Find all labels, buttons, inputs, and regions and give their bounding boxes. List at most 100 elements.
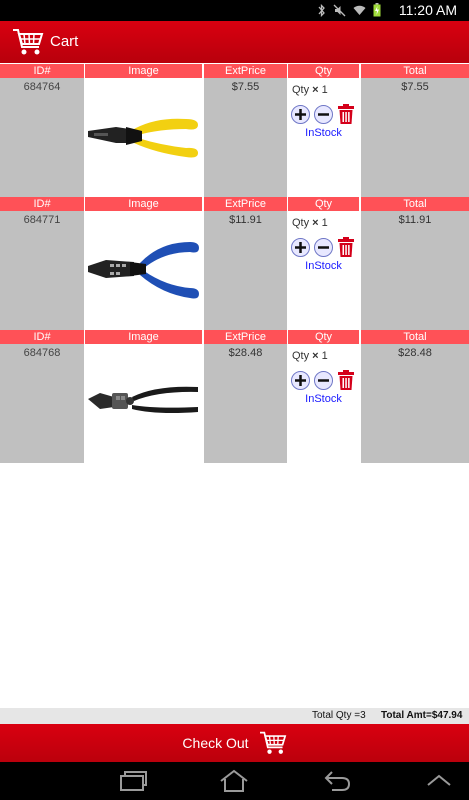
ext-price-cell: ExtPrice $11.91 bbox=[204, 197, 287, 330]
chevron-up-icon[interactable] bbox=[425, 768, 453, 794]
total-cell: Total $28.48 bbox=[361, 330, 469, 463]
plus-icon bbox=[295, 374, 306, 386]
decrease-qty-button[interactable] bbox=[314, 104, 333, 124]
minus-icon bbox=[318, 378, 329, 382]
ext-price-cell: ExtPrice $7.55 bbox=[204, 64, 287, 197]
ext-price-header: ExtPrice bbox=[204, 197, 287, 211]
qty-controls bbox=[291, 104, 355, 124]
image-header: Image bbox=[85, 64, 202, 78]
item-id: 684764 bbox=[23, 81, 61, 93]
times-sign: × bbox=[312, 217, 319, 229]
total-header: Total bbox=[361, 197, 469, 211]
qty-value: 1 bbox=[321, 217, 328, 229]
increase-qty-button[interactable] bbox=[291, 104, 310, 124]
mute-icon bbox=[333, 4, 346, 16]
product-image-yellow-wire-stripper[interactable] bbox=[85, 78, 202, 197]
delete-trash-icon[interactable] bbox=[337, 237, 355, 257]
ext-price-header: ExtPrice bbox=[204, 64, 287, 78]
qty-line: Qty × 1 bbox=[292, 84, 328, 96]
image-cell: Image bbox=[85, 330, 202, 463]
battery-icon bbox=[373, 3, 381, 17]
ext-price: $7.55 bbox=[231, 81, 260, 93]
qty-cell: Qty Qty × 1 InStock bbox=[288, 64, 359, 197]
total-header: Total bbox=[361, 330, 469, 344]
total-cell: Total $11.91 bbox=[361, 197, 469, 330]
id-header: ID# bbox=[0, 197, 84, 211]
item-id: 684768 bbox=[23, 347, 61, 359]
bluetooth-icon bbox=[318, 3, 325, 17]
minus-icon bbox=[318, 112, 329, 116]
qty-value: 1 bbox=[321, 350, 328, 362]
qty-controls bbox=[291, 370, 355, 390]
delete-trash-icon[interactable] bbox=[337, 104, 355, 124]
image-header: Image bbox=[85, 330, 202, 344]
status-time: 11:20 AM bbox=[398, 2, 457, 18]
decrease-qty-button[interactable] bbox=[314, 237, 333, 257]
qty-value: 1 bbox=[321, 84, 328, 96]
total-cell: Total $7.55 bbox=[361, 64, 469, 197]
line-total: $7.55 bbox=[401, 81, 429, 93]
home-icon[interactable] bbox=[218, 768, 250, 794]
plus-icon bbox=[295, 108, 306, 120]
recent-apps-icon[interactable] bbox=[118, 768, 148, 794]
id-header: ID# bbox=[0, 330, 84, 344]
line-total: $28.48 bbox=[398, 347, 432, 359]
decrease-qty-button[interactable] bbox=[314, 370, 333, 390]
qty-line: Qty × 1 bbox=[292, 350, 328, 362]
id-cell: ID# 684768 bbox=[0, 330, 84, 463]
qty-label: Qty bbox=[292, 84, 310, 96]
id-cell: ID# 684771 bbox=[0, 197, 84, 330]
status-bar: 11:20 AM bbox=[0, 0, 469, 21]
cart-item-row: ID# 684768 Image ExtPrice $28.48 Qty Qty… bbox=[0, 330, 469, 463]
image-cell: Image bbox=[85, 64, 202, 197]
checkout-label: Check Out bbox=[182, 735, 249, 751]
qty-header: Qty bbox=[288, 330, 359, 344]
cart-icon[interactable] bbox=[12, 27, 44, 57]
plus-icon bbox=[295, 241, 306, 253]
qty-line: Qty × 1 bbox=[292, 217, 328, 229]
wifi-icon bbox=[353, 5, 366, 15]
cart-table: ID# 684764 Image ExtPrice $7.55 Qty Qty … bbox=[0, 64, 469, 463]
back-icon[interactable] bbox=[322, 768, 352, 794]
cart-icon bbox=[259, 731, 286, 754]
product-image-black-crimper[interactable] bbox=[85, 344, 202, 463]
qty-cell: Qty Qty × 1 InStock bbox=[288, 197, 359, 330]
qty-header: Qty bbox=[288, 197, 359, 211]
ext-price-cell: ExtPrice $28.48 bbox=[204, 330, 287, 463]
qty-controls bbox=[291, 237, 355, 257]
app-bar: Cart bbox=[0, 21, 469, 63]
image-cell: Image bbox=[85, 197, 202, 330]
id-header: ID# bbox=[0, 64, 84, 78]
stock-status: InStock bbox=[305, 393, 342, 405]
item-id: 684771 bbox=[23, 214, 61, 226]
product-image-blue-wire-stripper[interactable] bbox=[85, 211, 202, 330]
ext-price: $11.91 bbox=[229, 214, 262, 226]
qty-label: Qty bbox=[292, 217, 310, 229]
total-header: Total bbox=[361, 64, 469, 78]
times-sign: × bbox=[312, 84, 319, 96]
page-title: Cart bbox=[50, 33, 79, 50]
delete-trash-icon[interactable] bbox=[337, 370, 355, 390]
ext-price-header: ExtPrice bbox=[204, 330, 287, 344]
qty-cell: Qty Qty × 1 InStock bbox=[288, 330, 359, 463]
status-icons bbox=[318, 3, 381, 17]
increase-qty-button[interactable] bbox=[291, 237, 310, 257]
cart-totals-bar: Total Qty =3 Total Amt=$47.94 bbox=[0, 708, 469, 724]
times-sign: × bbox=[312, 350, 319, 362]
qty-label: Qty bbox=[292, 350, 310, 362]
cart-item-row: ID# 684771 Image ExtPrice $11.91 Qty Qty… bbox=[0, 197, 469, 330]
minus-icon bbox=[318, 245, 329, 249]
increase-qty-button[interactable] bbox=[291, 370, 310, 390]
total-amount: Total Amt=$47.94 bbox=[381, 710, 463, 721]
stock-status: InStock bbox=[305, 260, 342, 272]
total-qty: Total Qty =3 bbox=[312, 710, 366, 721]
checkout-button[interactable]: Check Out bbox=[0, 724, 469, 762]
id-cell: ID# 684764 bbox=[0, 64, 84, 197]
cart-item-row: ID# 684764 Image ExtPrice $7.55 Qty Qty … bbox=[0, 64, 469, 197]
system-nav-bar bbox=[0, 762, 469, 800]
ext-price: $28.48 bbox=[228, 347, 263, 359]
stock-status: InStock bbox=[305, 127, 342, 139]
line-total: $11.91 bbox=[398, 214, 432, 226]
image-header: Image bbox=[85, 197, 202, 211]
qty-header: Qty bbox=[288, 64, 359, 78]
